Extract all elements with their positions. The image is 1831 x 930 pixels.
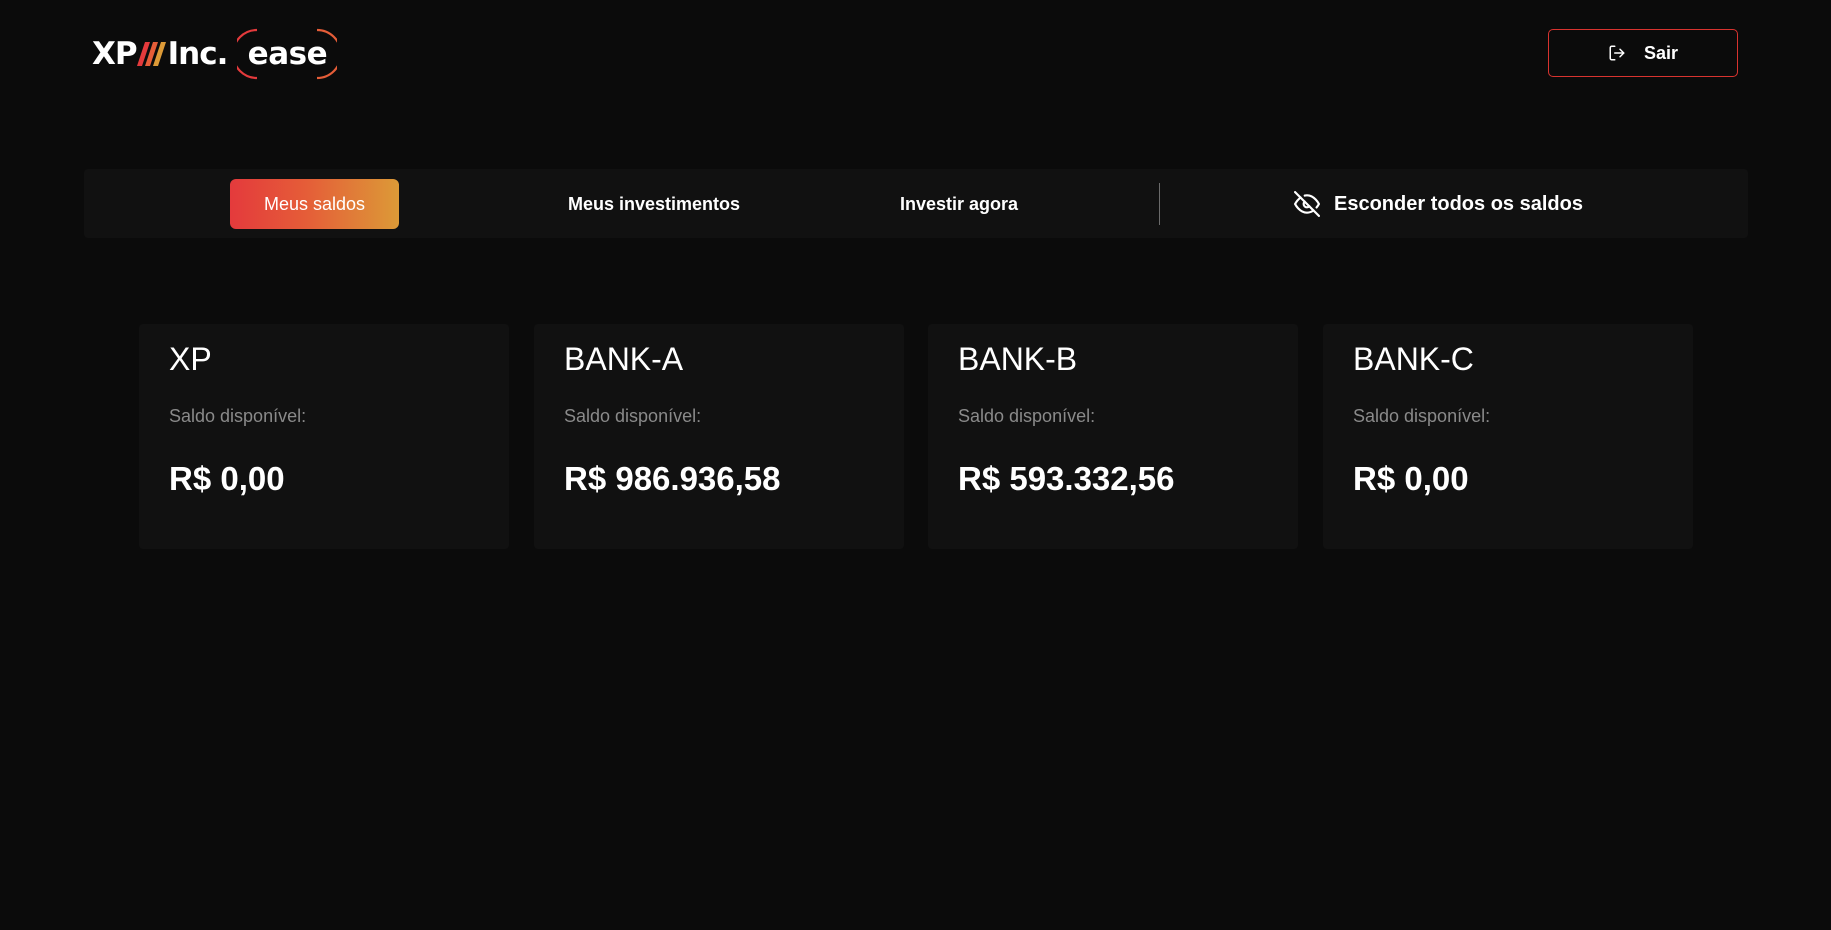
tab-label: Meus saldos <box>263 193 366 214</box>
account-name: BANK-A <box>564 341 684 377</box>
nav-divider <box>1159 183 1160 225</box>
balance-value: R$ 986.936,58 <box>564 460 781 497</box>
tab-meus-saldos[interactable]: Meus saldos <box>230 179 399 229</box>
app-root: XP Inc. ease Sair Meus saldos Meus inves… <box>0 0 1831 930</box>
balance-label: Saldo disponível: <box>1353 406 1491 426</box>
nav-bar: Meus saldos Meus investimentos Investir … <box>84 169 1748 238</box>
account-name: XP <box>169 341 212 377</box>
logo-inc-text: Inc. <box>167 36 229 72</box>
account-card-bank-a: BANK-A Saldo disponível: R$ 986.936,58 <box>534 324 904 549</box>
account-card-bank-b: BANK-B Saldo disponível: R$ 593.332,56 <box>928 324 1298 549</box>
logout-icon <box>1609 45 1625 61</box>
account-name: BANK-C <box>1353 341 1474 377</box>
balance-value: R$ 593.332,56 <box>958 460 1175 497</box>
tab-investir-agora[interactable]: Investir agora <box>874 179 1044 229</box>
eye-off-icon <box>1294 191 1320 217</box>
tab-label: Meus investimentos <box>567 193 741 214</box>
tab-meus-investimentos[interactable]: Meus investimentos <box>534 179 774 229</box>
header: XP Inc. ease Sair <box>0 0 1831 110</box>
logo-slashes-icon <box>136 42 166 66</box>
logo-ease-text: ease <box>247 36 328 72</box>
account-name: BANK-B <box>958 341 1078 377</box>
balance-value: R$ 0,00 <box>169 460 285 497</box>
balance-label: Saldo disponível: <box>169 406 307 426</box>
balance-label: Saldo disponível: <box>958 406 1096 426</box>
account-card-bank-c: BANK-C Saldo disponível: R$ 0,00 <box>1323 324 1693 549</box>
logo-ease: ease <box>237 27 338 81</box>
logo: XP Inc. ease <box>92 26 338 82</box>
balance-value: R$ 0,00 <box>1353 460 1469 497</box>
logout-label: Sair <box>1643 42 1679 63</box>
account-card-xp: XP Saldo disponível: R$ 0,00 <box>139 324 509 549</box>
logo-xp-text: XP <box>92 36 138 72</box>
hide-balances-label: Esconder todos os saldos <box>1334 192 1583 215</box>
logout-button[interactable]: Sair <box>1548 29 1738 77</box>
hide-balances-button[interactable]: Esconder todos os saldos <box>1294 179 1614 229</box>
balance-label: Saldo disponível: <box>564 406 702 426</box>
tab-label: Investir agora <box>899 193 1019 214</box>
